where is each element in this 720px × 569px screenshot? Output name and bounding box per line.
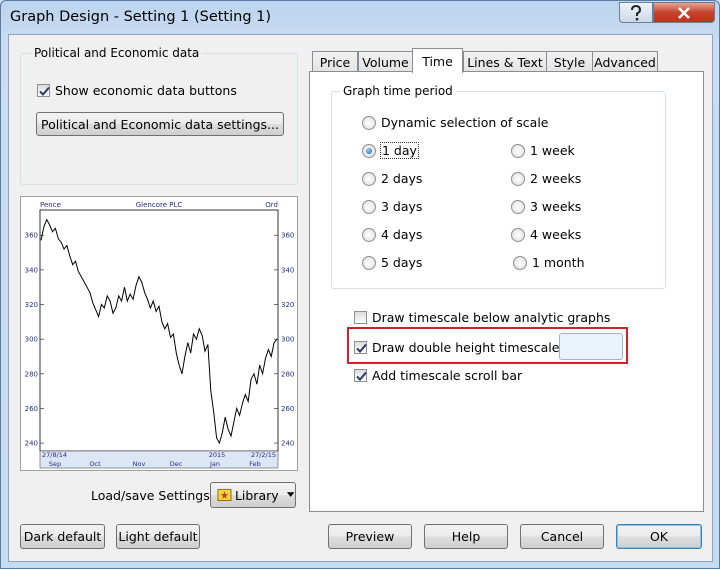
y-tick-right-240: 240: [281, 440, 294, 448]
timescale-color-swatch[interactable]: [559, 333, 623, 360]
y-tick-left-340: 340: [25, 266, 38, 274]
radio-3-weeks-label: 3 weeks: [530, 199, 582, 214]
y-tick-right-260: 260: [281, 405, 294, 413]
tab-advanced[interactable]: Advanced: [592, 51, 658, 72]
show-economic-checkbox[interactable]: [37, 84, 50, 97]
tab-price[interactable]: Price: [312, 51, 358, 72]
y-tick-right-280: 280: [281, 370, 294, 378]
radio-1-day-label: 1 day: [380, 142, 419, 159]
month-label-feb: Feb: [249, 460, 261, 468]
y-tick-right-340: 340: [281, 266, 294, 274]
month-label-nov: Nov: [133, 460, 146, 468]
price-chart: Pence Glencore PLC Ord 360 360 340 340 320 32…: [25, 201, 294, 469]
tab-volume[interactable]: Volume: [358, 51, 413, 72]
scroll-bar-checkbox[interactable]: [354, 369, 367, 382]
radio-4-days-label: 4 days: [381, 227, 423, 242]
radio-4-weeks-label: 4 weeks: [530, 227, 582, 242]
political-economic-group-title: Political and Economic data: [31, 46, 203, 60]
month-label-oct: Oct: [89, 460, 101, 468]
month-label-sep: Sep: [49, 460, 61, 468]
preview-button[interactable]: Preview: [328, 524, 412, 549]
tab-lines-text[interactable]: Lines & Text: [463, 51, 547, 72]
timescale-year: 2015: [209, 451, 226, 459]
y-tick-right-320: 320: [281, 301, 294, 309]
radio-4-days[interactable]: [362, 228, 376, 242]
draw-below-checkbox[interactable]: [354, 311, 367, 324]
dialog-window: Graph Design - Setting 1 (Setting 1) Pol…: [0, 0, 720, 569]
chart-preview: Pence Glencore PLC Ord 360 360 340 340 320 32…: [20, 196, 298, 471]
show-economic-label: Show economic data buttons: [55, 83, 237, 98]
checkmark-icon: [39, 86, 50, 96]
chevron-down-icon: [286, 492, 295, 497]
radio-3-days-label: 3 days: [381, 199, 423, 214]
plot-frame: [39, 209, 279, 452]
radio-1-day[interactable]: [362, 144, 376, 158]
checkmark-icon: [356, 371, 367, 381]
radio-3-weeks[interactable]: [511, 200, 525, 214]
y-tick-right-300: 300: [281, 336, 294, 344]
ok-button[interactable]: OK: [616, 524, 702, 549]
radio-dynamic-label: Dynamic selection of scale: [381, 115, 549, 130]
library-icon: [217, 488, 232, 502]
library-button-label: Library: [234, 487, 279, 503]
draw-below-label: Draw timescale below analytic graphs: [372, 310, 611, 325]
y-tick-left-260: 260: [25, 405, 38, 413]
checkmark-icon: [356, 343, 367, 353]
month-label-jan: Jan: [209, 460, 220, 468]
help-button[interactable]: Help: [424, 524, 508, 549]
dark-default-button[interactable]: Dark default: [20, 524, 105, 549]
y-tick-left-300: 300: [25, 336, 38, 344]
help-caption-button[interactable]: [619, 2, 653, 23]
price-series-line: [40, 218, 278, 445]
library-dropdown-button[interactable]: Library: [210, 482, 296, 508]
load-save-label: Load/save Settings: [91, 488, 210, 503]
y-tick-left-320: 320: [25, 301, 38, 309]
radio-2-weeks[interactable]: [511, 172, 525, 186]
month-label-dec: Dec: [170, 460, 183, 468]
y-tick-left-240: 240: [25, 440, 38, 448]
economic-settings-button[interactable]: Political and Economic data settings...: [36, 112, 284, 136]
close-icon: [678, 6, 690, 19]
chart-title: Glencore PLC: [136, 201, 183, 209]
close-caption-button[interactable]: [653, 2, 715, 23]
radio-5-days-label: 5 days: [381, 255, 423, 270]
light-default-button[interactable]: Light default: [116, 524, 200, 549]
timescale-end-date: 27/2/15: [251, 451, 276, 459]
radio-4-weeks[interactable]: [511, 228, 525, 242]
radio-1-week-label: 1 week: [530, 143, 575, 158]
question-mark-icon: [631, 4, 642, 20]
y-tick-left-280: 280: [25, 370, 38, 378]
tab-time[interactable]: Time: [412, 48, 463, 73]
cancel-button[interactable]: Cancel: [520, 524, 604, 549]
radio-2-weeks-label: 2 weeks: [530, 171, 582, 186]
timescale-start-date: 27/8/14: [42, 451, 67, 459]
chart-right-label: Ord: [265, 201, 278, 209]
radio-2-days-label: 2 days: [381, 171, 423, 186]
y-tick-left-360: 360: [25, 232, 38, 240]
y-tick-right-360: 360: [281, 232, 294, 240]
time-period-group-title: Graph time period: [340, 84, 456, 98]
timescale-bar: [39, 450, 279, 469]
radio-3-days[interactable]: [362, 200, 376, 214]
radio-1-week[interactable]: [511, 144, 525, 158]
tab-style[interactable]: Style: [546, 51, 593, 72]
radio-1-month[interactable]: [513, 256, 527, 270]
radio-5-days[interactable]: [362, 256, 376, 270]
chart-left-label: Pence: [40, 201, 61, 209]
scroll-bar-label: Add timescale scroll bar: [372, 368, 523, 383]
double-height-label: Draw double height timescale: [372, 340, 560, 355]
radio-2-days[interactable]: [362, 172, 376, 186]
window-title: Graph Design - Setting 1 (Setting 1): [10, 9, 272, 25]
radio-1-month-label: 1 month: [532, 255, 585, 270]
radio-dynamic[interactable]: [362, 116, 376, 130]
double-height-checkbox[interactable]: [354, 341, 367, 354]
